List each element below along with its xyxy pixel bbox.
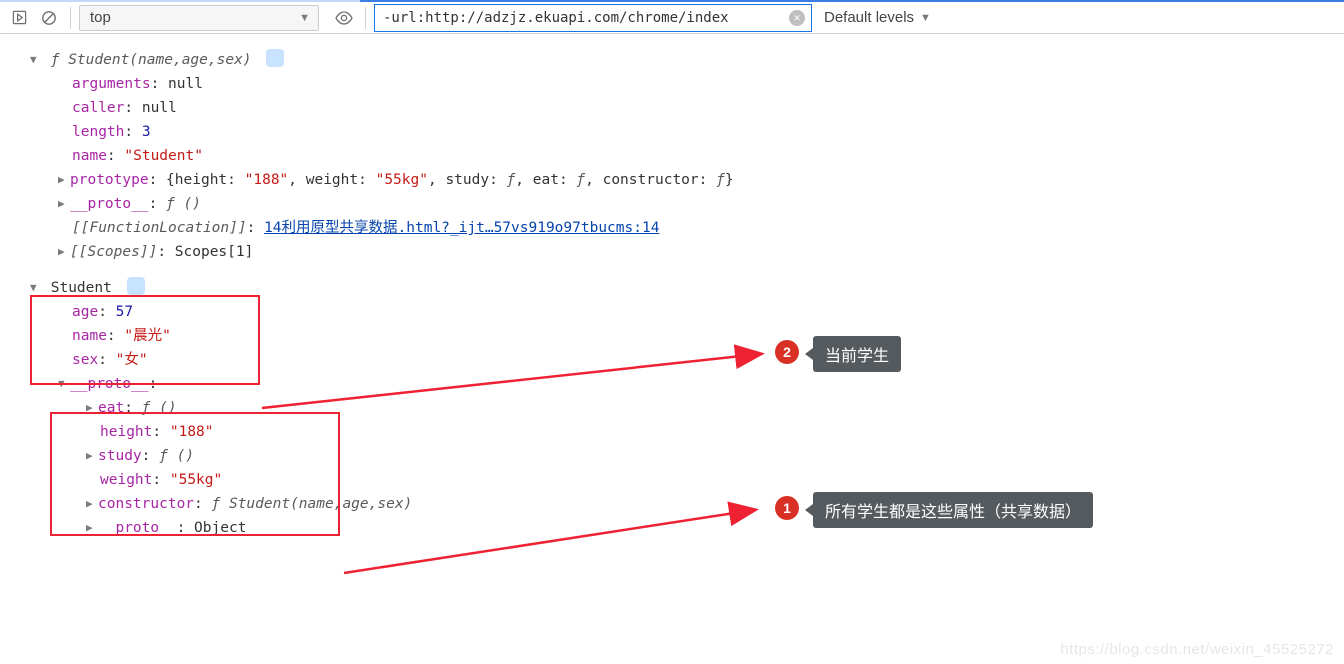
console-filter-input[interactable]: -url:http://adzjz.ekuapi.com/chrome/inde… xyxy=(374,4,812,32)
instance-own-props: age: 57 name: "晨光" sex: "女" xyxy=(30,300,1338,372)
chevron-down-icon: ▼ xyxy=(299,12,310,24)
info-icon[interactable] xyxy=(266,49,284,67)
separator xyxy=(70,7,71,29)
console-output: ƒ Student(name,age,sex) arguments: null … xyxy=(0,34,1344,560)
proto-weight: weight: "55kg" xyxy=(30,468,1338,492)
source-link[interactable]: 14利用原型共享数据.html?_ijt…57vs919o97tbucms:14 xyxy=(264,220,659,236)
disclosure-closed-icon[interactable] xyxy=(86,396,98,420)
prop-age: age: 57 xyxy=(30,300,1338,324)
chevron-down-icon: ▼ xyxy=(920,12,931,24)
watermark: https://blog.csdn.net/weixin_45525272 xyxy=(1060,641,1334,658)
info-icon[interactable] xyxy=(127,277,145,295)
proto-eat[interactable]: eat: ƒ () xyxy=(30,396,1338,420)
proto-header[interactable]: __proto__: xyxy=(30,372,1338,396)
disclosure-closed-icon[interactable] xyxy=(86,516,98,540)
annotation-badge-2: 2 xyxy=(775,340,799,364)
context-label: top xyxy=(90,9,111,26)
fn-location: [[FunctionLocation]]: 14利用原型共享数据.html?_i… xyxy=(30,216,1338,240)
fn-proto[interactable]: __proto__: ƒ () xyxy=(30,192,1338,216)
prop-name: name: "晨光" xyxy=(30,324,1338,348)
disclosure-closed-icon[interactable] xyxy=(58,240,70,264)
fn-scopes[interactable]: [[Scopes]]: Scopes[1] xyxy=(30,240,1338,264)
console-toolbar: top ▼ -url:http://adzjz.ekuapi.com/chrom… xyxy=(0,0,1344,34)
fn-length: length: 3 xyxy=(30,120,1338,144)
fn-header[interactable]: ƒ Student(name,age,sex) xyxy=(30,48,1338,72)
fn-caller: caller: null xyxy=(30,96,1338,120)
clear-filter-icon[interactable]: ✕ xyxy=(789,10,805,26)
fn-name: name: "Student" xyxy=(30,144,1338,168)
instance-header[interactable]: Student xyxy=(30,276,1338,300)
clear-console-icon[interactable] xyxy=(36,5,62,31)
fn-signature: Student(name,age,sex) xyxy=(68,52,251,68)
filter-text: -url:http://adzjz.ekuapi.com/chrome/inde… xyxy=(383,10,729,26)
proto-proto[interactable]: __proto__: Object xyxy=(30,516,1338,540)
log-levels-select[interactable]: Default levels ▼ xyxy=(816,9,939,26)
disclosure-closed-icon[interactable] xyxy=(86,444,98,468)
proto-height: height: "188" xyxy=(30,420,1338,444)
disclosure-closed-icon[interactable] xyxy=(86,492,98,516)
eye-icon[interactable] xyxy=(331,5,357,31)
disclosure-closed-icon[interactable] xyxy=(58,192,70,216)
disclosure-open-icon[interactable] xyxy=(30,48,42,72)
disclosure-open-icon[interactable] xyxy=(58,372,70,396)
proto-constructor[interactable]: constructor: ƒ Student(name,age,sex) xyxy=(30,492,1338,516)
separator xyxy=(365,7,366,29)
levels-label: Default levels xyxy=(824,9,914,26)
execution-context-select[interactable]: top ▼ xyxy=(79,5,319,31)
prop-sex: sex: "女" xyxy=(30,348,1338,372)
proto-block: eat: ƒ () height: "188" study: ƒ () weig… xyxy=(30,396,1338,492)
disclosure-closed-icon[interactable] xyxy=(58,168,70,192)
annotation-label-2: 当前学生 xyxy=(813,336,901,372)
fn-prototype[interactable]: prototype: {height: "188", weight: "55kg… xyxy=(30,168,1338,192)
run-icon[interactable] xyxy=(6,5,32,31)
fn-arguments: arguments: null xyxy=(30,72,1338,96)
proto-study[interactable]: study: ƒ () xyxy=(30,444,1338,468)
annotation-badge-1: 1 xyxy=(775,496,799,520)
disclosure-open-icon[interactable] xyxy=(30,276,42,300)
annotation-label-1: 所有学生都是这些属性（共享数据） xyxy=(813,492,1093,528)
